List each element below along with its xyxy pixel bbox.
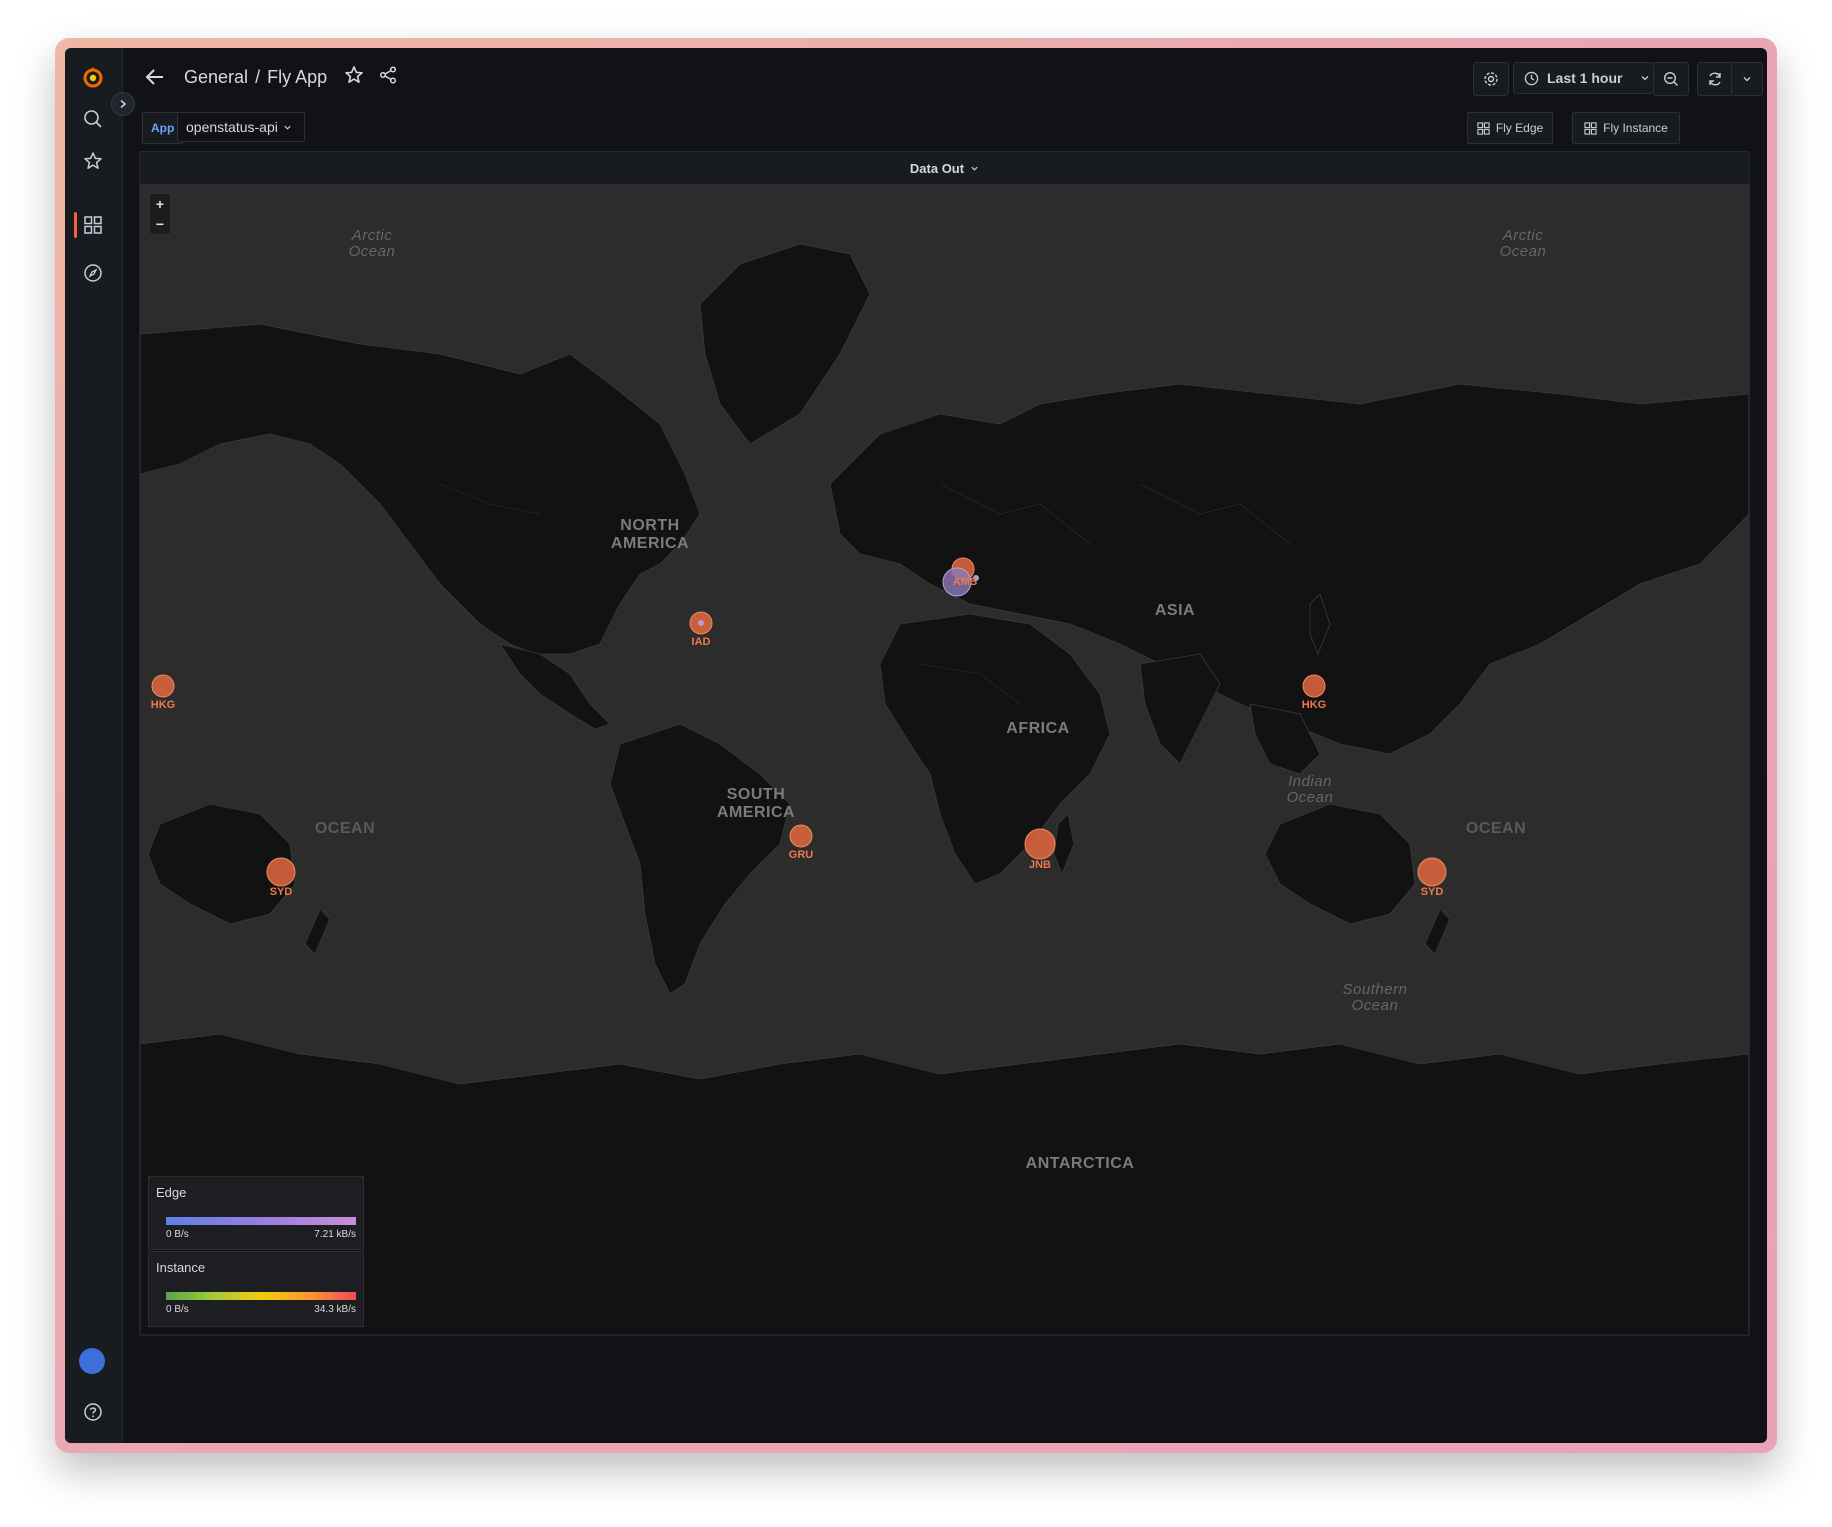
legend-edge-title: Edge (156, 1185, 187, 1200)
legend-instance-max: 34.3 kB/s (314, 1304, 356, 1315)
fly-instance-label: Fly Instance (1603, 121, 1668, 135)
marker-label-syd-right: SYD (1420, 886, 1444, 898)
refresh-interval-dropdown[interactable] (1731, 62, 1763, 96)
zoom-out-button[interactable]: − (150, 214, 170, 234)
marker-label-hkg-left: HKG (150, 699, 176, 711)
breadcrumb: General / Fly App (184, 67, 327, 88)
clock-icon (1524, 71, 1539, 85)
legend-instance-gradient (166, 1292, 356, 1300)
user-avatar[interactable] (79, 1348, 105, 1374)
map-label-south-america: SOUTH AMERICA (716, 786, 796, 821)
refresh-icon (1709, 72, 1721, 86)
map-label-indian-ocean: Indian Ocean (1286, 773, 1334, 806)
world-map[interactable]: Arctic Ocean Arctic Ocean NORTH AMERICA … (140, 184, 1749, 1335)
app-variable-value: openstatus-api (186, 119, 278, 135)
legend-edge: Edge 0 B/s 7.21 kB/s (148, 1176, 364, 1250)
dashboards-icon[interactable] (78, 210, 108, 240)
marker-label-jnb: JNB (1028, 859, 1052, 871)
sidebar (65, 48, 123, 1443)
geomap-panel: Data Out Arctic Ocean Arctic Ocean NORTH… (139, 151, 1750, 1336)
share-icon[interactable] (378, 65, 400, 87)
time-range-label: Last 1 hour (1547, 70, 1623, 86)
map-label-asia: ASIA (1154, 602, 1196, 619)
marker-label-gru: GRU (788, 849, 814, 861)
map-label-arctic-ocean-right: Arctic Ocean (1499, 227, 1547, 260)
zoom-out-time-button[interactable] (1653, 62, 1689, 96)
refresh-button[interactable] (1697, 62, 1733, 96)
chevron-down-icon (1743, 77, 1751, 82)
chevron-down-icon (971, 166, 978, 171)
panel-title: Data Out (909, 160, 965, 176)
legend-edge-max: 7.21 kB/s (314, 1229, 356, 1240)
app-variable-select[interactable]: openstatus-api (177, 112, 305, 142)
breadcrumb-dashboard[interactable]: Fly App (267, 67, 327, 87)
chevron-down-icon (284, 125, 291, 130)
map-label-antarctica: ANTARCTICA (1025, 1155, 1135, 1172)
map-label-ocean-left: OCEAN (314, 820, 376, 837)
legend-instance-min: 0 B/s (166, 1304, 189, 1315)
map-zoom-control: + − (149, 193, 171, 235)
top-navbar: General / Fly App Last 1 hour (122, 48, 1767, 104)
world-map-land (140, 243, 1749, 1335)
search-icon[interactable] (78, 104, 108, 134)
gear-icon (1484, 72, 1498, 86)
map-label-ocean-right: OCEAN (1465, 820, 1527, 837)
zoom-in-button[interactable]: + (150, 194, 170, 214)
map-label-southern-ocean: Southern Ocean (1342, 981, 1408, 1014)
active-indicator (74, 212, 77, 238)
legend-instance: Instance 0 B/s 34.3 kB/s (148, 1251, 364, 1327)
legend-edge-gradient (166, 1217, 356, 1225)
dashboard-grid-icon (1584, 121, 1597, 135)
map-label-north-america: NORTH AMERICA (610, 517, 690, 552)
marker-label-hkg-right: HKG (1301, 699, 1327, 711)
legend-instance-title: Instance (156, 1260, 206, 1275)
back-arrow-icon[interactable] (142, 64, 168, 90)
help-icon[interactable] (78, 1397, 108, 1427)
chevron-down-icon (1642, 76, 1649, 81)
map-label-africa: AFRICA (1006, 720, 1070, 737)
dashboard-grid-icon (1477, 121, 1490, 135)
dashboard-settings-button[interactable] (1473, 62, 1509, 96)
breadcrumb-separator: / (255, 67, 261, 87)
variables-row: App openstatus-api Fly Edge Fly Instance (122, 108, 1767, 144)
panel-header[interactable]: Data Out (140, 152, 1749, 184)
grafana-logo-icon[interactable] (78, 62, 108, 92)
marker-label-ams: AMS (952, 576, 978, 588)
grafana-window: General / Fly App Last 1 hour App openst… (65, 48, 1767, 1443)
fly-edge-label: Fly Edge (1495, 121, 1544, 135)
breadcrumb-folder[interactable]: General (184, 67, 248, 87)
fly-edge-link[interactable]: Fly Edge (1467, 112, 1553, 144)
legend-edge-min: 0 B/s (166, 1229, 189, 1240)
explore-compass-icon[interactable] (78, 258, 108, 288)
map-label-arctic-ocean-left: Arctic Ocean (348, 227, 396, 260)
starred-icon[interactable] (78, 146, 108, 176)
marker-label-syd-left: SYD (269, 886, 293, 898)
marker-label-iad: IAD (691, 636, 711, 648)
zoom-out-icon (1663, 71, 1678, 86)
time-range-picker[interactable]: Last 1 hour (1513, 62, 1654, 94)
fly-instance-link[interactable]: Fly Instance (1572, 112, 1680, 144)
star-icon[interactable] (344, 65, 366, 87)
